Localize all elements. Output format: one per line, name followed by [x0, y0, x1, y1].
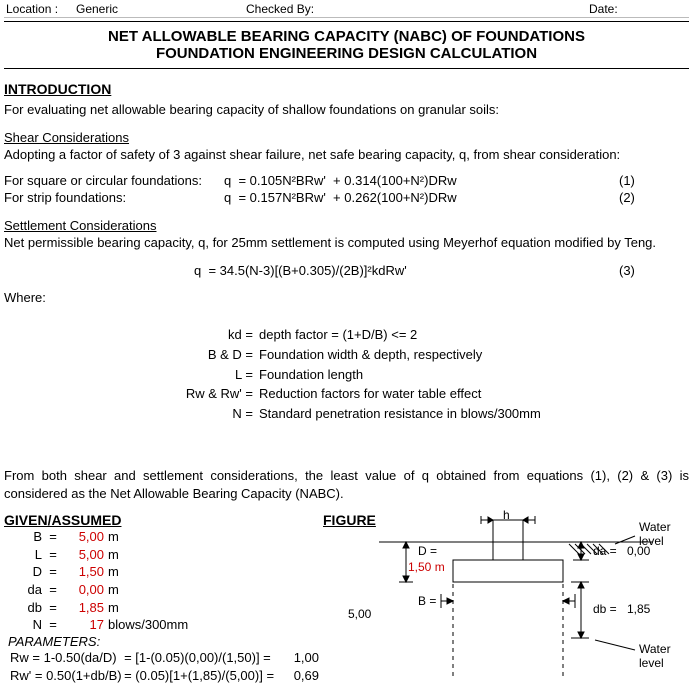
fig-D-label: D = [418, 544, 437, 558]
eq3-spacer [4, 262, 194, 280]
eq3-formula: q = 34.5(N-3)[(B+0.305)/(2B)]²kdRw' [194, 262, 619, 280]
given-da-sym: da [4, 581, 44, 599]
doc-title: NET ALLOWABLE BEARING CAPACITY (NABC) OF… [4, 28, 689, 45]
param-rw-rhs: = [1-(0.05)(0,00)/(1,50)] = [124, 649, 281, 667]
where-n-l: N [232, 406, 241, 421]
eq1-label: For square or circular foundations: [4, 172, 224, 190]
where-kd-l: kd [228, 327, 242, 342]
settlement-paragraph: Net permissible bearing capacity, q, for… [4, 234, 689, 252]
section-intro-heading: INTRODUCTION [4, 81, 689, 97]
params-heading: PARAMETERS: [4, 634, 319, 649]
where-rw-r: Reduction factors for water table effect [257, 385, 543, 403]
given-L-sym: L [4, 546, 44, 564]
rule-top [4, 21, 689, 22]
eq3-number: (3) [619, 262, 689, 280]
param-rwp-lhs: Rw' = 0.50(1+db/B) [4, 667, 124, 685]
where-l-r: Foundation length [257, 366, 543, 384]
given-db-unit: m [108, 599, 218, 617]
hdr-date-value [639, 2, 689, 16]
hdr-location-label: Location : [4, 2, 76, 16]
where-n-r: Standard penetration resistance in blows… [257, 405, 543, 423]
shear-paragraph: Adopting a factor of safety of 3 against… [4, 146, 689, 164]
fig-D-value: 1,50 m [408, 560, 445, 574]
given-da-unit: m [108, 581, 218, 599]
given-db-val: 1,85 [62, 599, 108, 617]
param-rw-val: 1,00 [281, 649, 319, 667]
where-bd-r: Foundation width & depth, respectively [257, 346, 543, 364]
fig-water-bot: Water [639, 642, 671, 656]
doc-subtitle: FOUNDATION ENGINEERING DESIGN CALCULATIO… [4, 45, 689, 62]
given-db-sym: db [4, 599, 44, 617]
param-rwp-rhs: = (0.05)[1+(1,85)/(5,00)] = [124, 667, 281, 685]
given-N-sym: N [4, 616, 44, 634]
given-N-val: 17 [62, 616, 108, 634]
given-B-unit: m [108, 528, 218, 546]
closing-paragraph: From both shear and settlement considera… [4, 467, 689, 502]
where-bd-l: B & D [208, 347, 242, 362]
fig-db-value: 1,85 [627, 602, 650, 616]
where-rw-l: Rw & Rw' [186, 386, 242, 401]
where-label: Where: [4, 289, 59, 459]
fig-water-bot2: level [639, 656, 664, 670]
given-D-val: 1,50 [62, 563, 108, 581]
fig-B-label: B = [418, 594, 436, 608]
where-table: kd =depth factor = (1+D/B) <= 2 B & D =F… [159, 324, 545, 424]
settlement-heading: Settlement Considerations [4, 217, 689, 235]
given-L-val: 5,00 [62, 546, 108, 564]
eq2-formula: q = 0.157N²BRw' + 0.262(100+N²)DRw [224, 189, 619, 207]
given-D-unit: m [108, 563, 218, 581]
eq2-number: (2) [619, 189, 689, 207]
hdr-location-value: Generic [76, 2, 186, 16]
fig-water-top: Water [639, 520, 671, 534]
param-rw-lhs: Rw = 1-0.50(da/D) [4, 649, 124, 667]
given-N-unit: blows/300mm [108, 616, 218, 634]
given-B-val: 5,00 [62, 528, 108, 546]
fig-da-label: da = [593, 544, 617, 558]
shear-heading: Shear Considerations [4, 129, 689, 147]
hdr-date-label: Date: [589, 2, 639, 16]
hdr-checked-label: Checked By: [246, 2, 326, 16]
fig-db-label: db = [593, 602, 617, 616]
param-rwp-val: 0,69 [281, 667, 319, 685]
where-l-l: L [235, 367, 242, 382]
foundation-figure [323, 512, 693, 687]
fig-water-top2: level [639, 534, 664, 548]
given-B-sym: B [4, 528, 44, 546]
eq2-label: For strip foundations: [4, 189, 224, 207]
eq1-number: (1) [619, 172, 689, 190]
hdr-checked-value [326, 2, 589, 16]
rule-mid [4, 68, 689, 69]
fig-h-label: h [503, 508, 510, 522]
given-da-val: 0,00 [62, 581, 108, 599]
where-kd-r: depth factor = (1+D/B) <= 2 [257, 326, 543, 344]
given-L-unit: m [108, 546, 218, 564]
given-D-sym: D [4, 563, 44, 581]
eq1-formula: q = 0.105N²BRw' + 0.314(100+N²)DRw [224, 172, 619, 190]
intro-paragraph: For evaluating net allowable bearing cap… [4, 101, 689, 119]
fig-B-value: 5,00 [348, 607, 371, 621]
section-given-heading: GIVEN/ASSUMED [4, 512, 319, 528]
